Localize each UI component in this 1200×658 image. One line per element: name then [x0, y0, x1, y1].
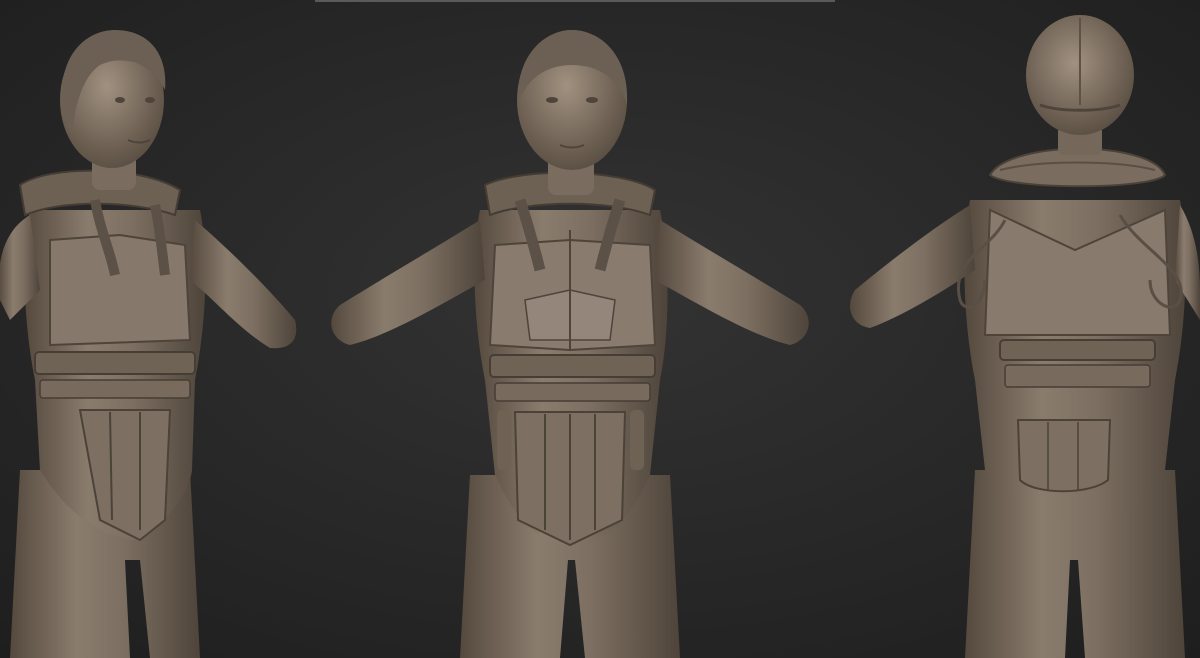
belt-back: [999, 339, 1156, 361]
render-viewport: [0, 0, 1200, 658]
waist-band-left: [39, 379, 191, 399]
seat-pad: [1016, 419, 1112, 493]
belt-center: [489, 354, 656, 378]
waist-band-center: [494, 382, 651, 402]
top-strip: [315, 0, 835, 2]
belt-left: [34, 351, 196, 375]
chest-panel-left: [49, 233, 192, 347]
sculpt-render: [0, 0, 1200, 658]
waist-band-back: [1004, 364, 1151, 388]
